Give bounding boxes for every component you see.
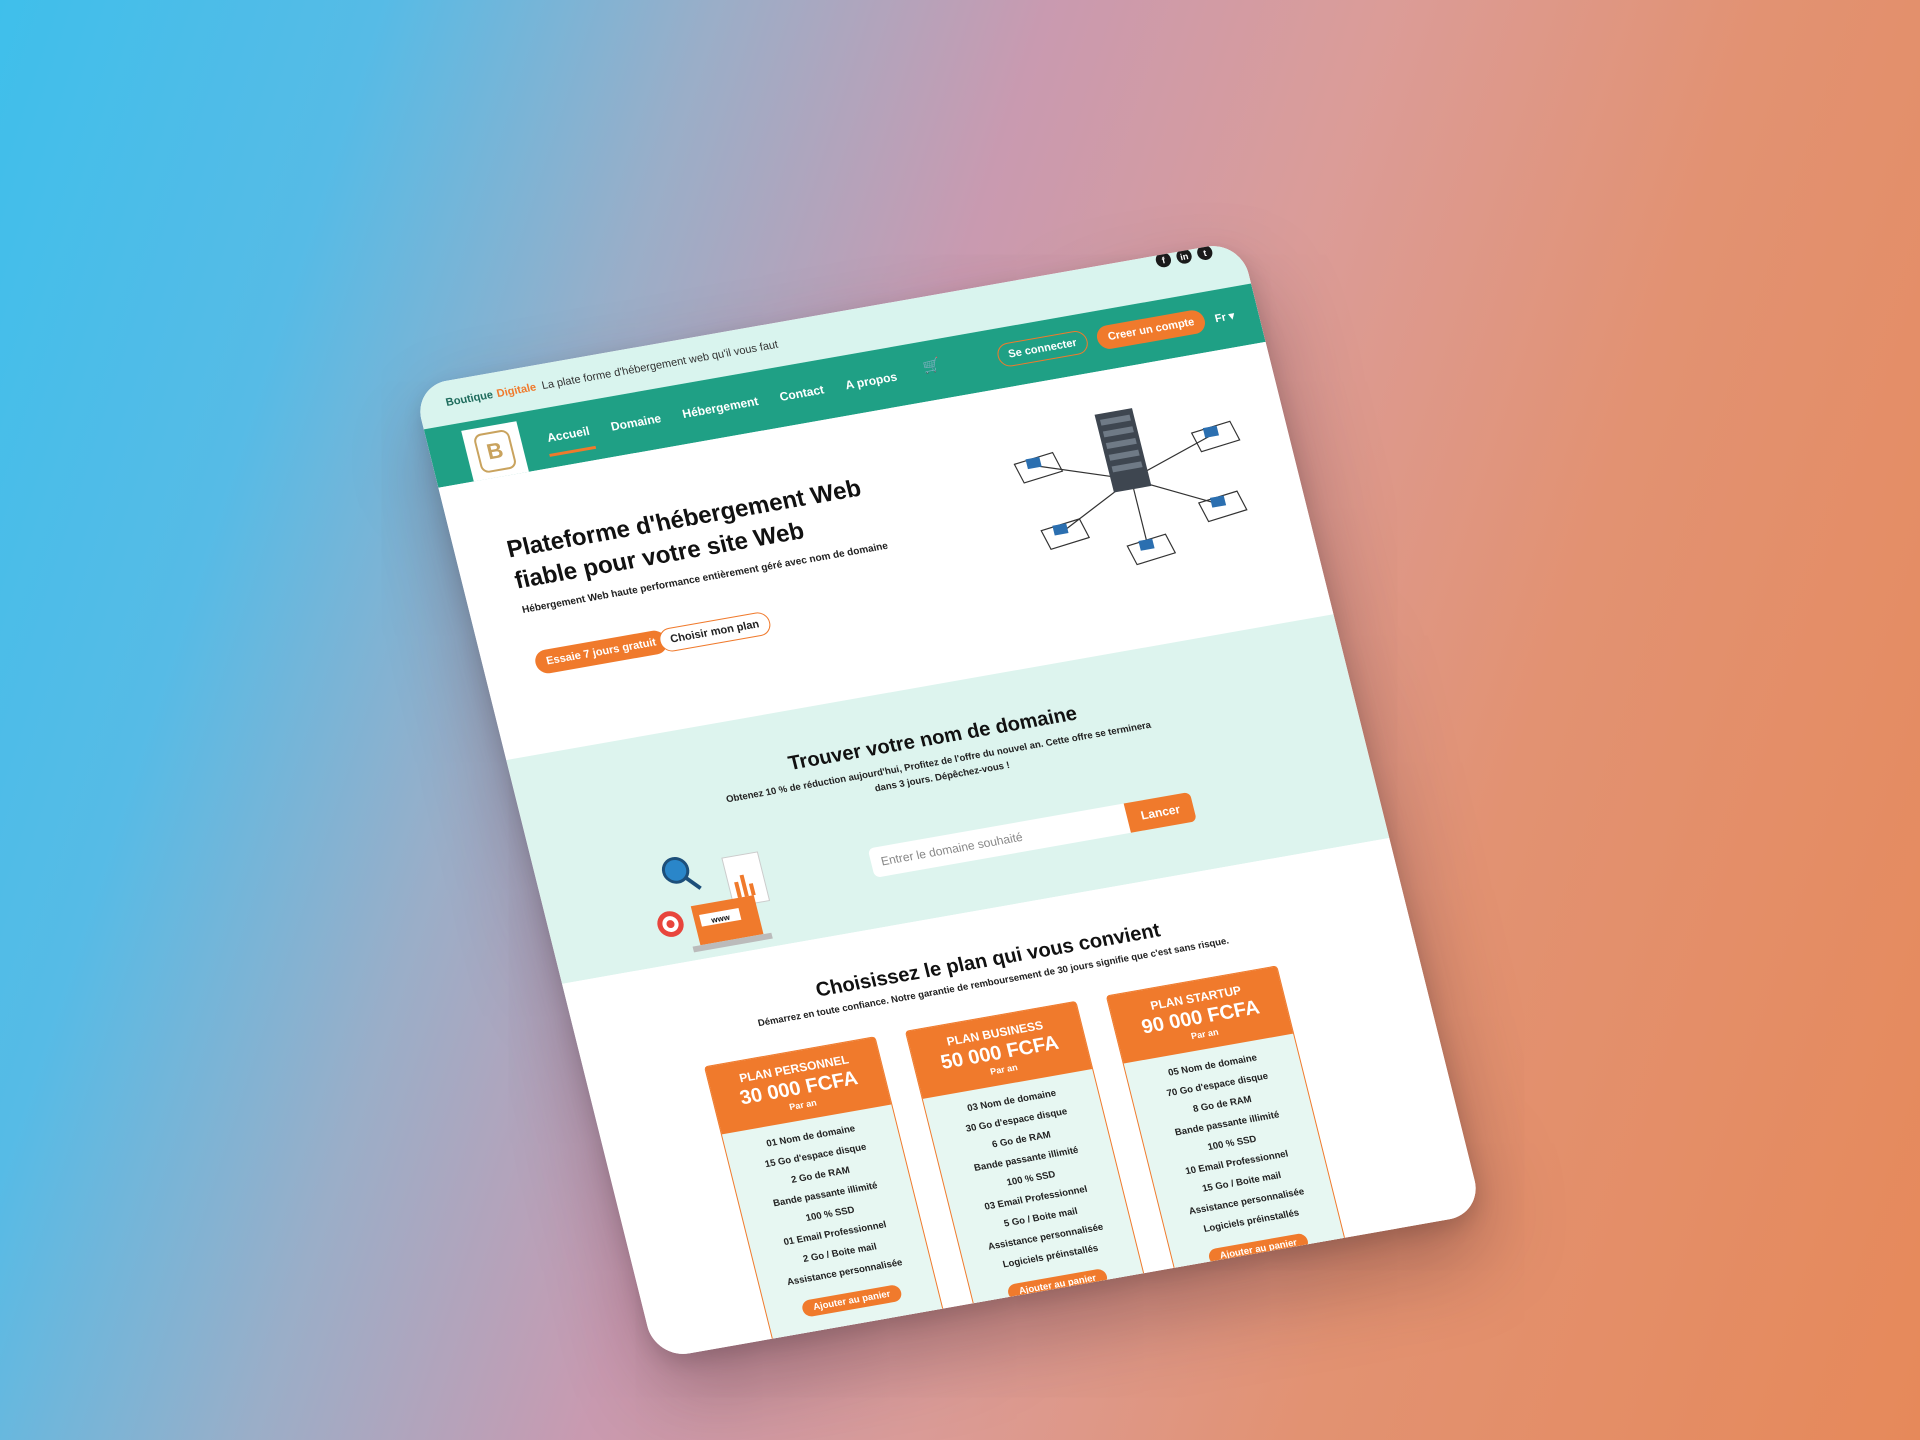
plan-card-business: PLAN BUSINESS 50 000 FCFA Par an 03 Nom …: [904, 1000, 1149, 1323]
facebook-icon[interactable]: f: [1154, 251, 1173, 269]
plan-features: 01 Nom de domaine 15 Go d'espace disque …: [724, 1112, 932, 1297]
login-button[interactable]: Se connecter: [994, 329, 1091, 369]
logo-letter: B: [472, 428, 518, 474]
nav-item-contact[interactable]: Contact: [775, 376, 829, 410]
choose-plan-button[interactable]: Choisir mon plan: [656, 610, 773, 654]
plan-features: 03 Nom de domaine 30 Go d'espace disque …: [925, 1077, 1138, 1282]
language-select[interactable]: Fr ▾: [1213, 309, 1236, 325]
twitter-icon[interactable]: t: [1195, 243, 1214, 262]
add-to-cart-button[interactable]: Ajouter au panier: [800, 1283, 904, 1318]
plan-cards: PLAN PERSONNEL 30 000 FCFA Par an 01 Nom…: [703, 965, 1350, 1359]
brand-name-second: Digitale: [495, 381, 538, 400]
server-network-illustration: [1013, 408, 1248, 566]
plan-card-personnel: PLAN PERSONNEL 30 000 FCFA Par an 01 Nom…: [703, 1036, 949, 1359]
plan-card-startup: PLAN STARTUP 90 000 FCFA Par an 05 Nom d…: [1105, 965, 1350, 1288]
domain-input[interactable]: Entrer le domaine souhaité: [867, 803, 1131, 878]
cart-icon[interactable]: 🛒: [921, 356, 944, 384]
brand-name-first: Boutique: [444, 389, 495, 409]
add-to-cart-button[interactable]: Ajouter au panier: [1006, 1267, 1109, 1302]
signup-button[interactable]: Creer un compte: [1094, 308, 1208, 351]
domain-search-button[interactable]: Lancer: [1123, 791, 1198, 833]
nav-item-domaine[interactable]: Domaine: [606, 405, 666, 440]
nav-item-a-propos[interactable]: A propos: [840, 363, 902, 398]
add-to-cart-button[interactable]: Ajouter au panier: [1207, 1232, 1310, 1267]
tablet-mockup: Boutique Digitale La plate forme d'héber…: [413, 240, 1483, 1360]
social-links: f in t: [1154, 243, 1214, 269]
free-trial-button[interactable]: Essaie 7 jours gratuit: [532, 628, 670, 676]
nav-item-hebergement[interactable]: Hébergement: [677, 388, 763, 427]
plan-features: 05 Nom de domaine 70 Go d'espace disque …: [1126, 1041, 1339, 1246]
domain-search-form: Entrer le domaine souhaité Lancer: [867, 791, 1198, 878]
linkedin-icon[interactable]: in: [1174, 247, 1194, 265]
nav-item-accueil[interactable]: Accueil: [542, 418, 594, 451]
see-more-button[interactable]: Voir plus: [1022, 1293, 1130, 1335]
